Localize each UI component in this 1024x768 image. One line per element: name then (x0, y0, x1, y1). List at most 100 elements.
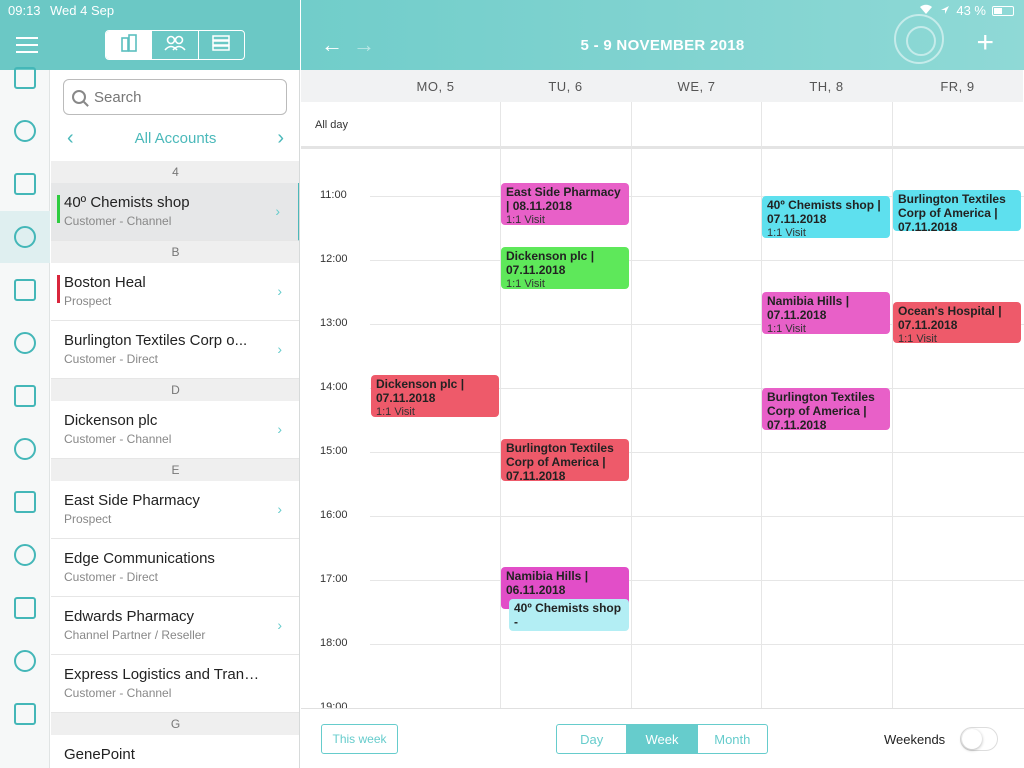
rail-item-clipboard[interactable] (0, 105, 50, 157)
event-title: Namibia Hills | 06.11.2018 (506, 569, 589, 598)
account-row[interactable]: Dickenson plc Customer - Channel › (51, 401, 299, 459)
account-name: 40º Chemists shop (64, 194, 190, 211)
account-row[interactable]: East Side Pharmacy Prospect › (51, 481, 299, 539)
accounts-filter-nav: ‹ All Accounts › (51, 126, 299, 150)
rail-item-broadcast[interactable] (0, 158, 50, 210)
chevron-right-icon: › (275, 203, 280, 219)
rail-item-heart[interactable] (0, 688, 50, 740)
tab-people[interactable] (152, 31, 199, 59)
calendar-event[interactable]: Ocean's Hospital | 07.11.2018 1:1 Visit (893, 301, 1021, 344)
location-icon (940, 3, 950, 18)
chevron-right-icon: › (277, 341, 282, 357)
this-week-button[interactable]: This week (321, 724, 398, 754)
rail-item-calendar[interactable] (0, 211, 50, 263)
account-type: Customer - Direct (64, 570, 159, 584)
calendar-event[interactable]: East Side Pharmacy | 08.11.2018 1:1 Visit (501, 183, 629, 225)
tab-list[interactable] (199, 31, 244, 59)
chevron-left-icon[interactable]: ‹ (67, 127, 74, 150)
star-icon (14, 279, 36, 301)
hour-label: 17:00 (320, 573, 348, 585)
rail-item-cube[interactable] (0, 423, 50, 475)
account-list-panel: Search ‹ All Accounts › 4 40º Chemists sh… (51, 70, 300, 768)
section-header: B (51, 241, 299, 263)
time-column-header (301, 70, 370, 102)
calendar-icon (14, 226, 36, 248)
account-name: Burlington Textiles Corp o... (64, 332, 248, 349)
view-month-button[interactable]: Month (698, 725, 767, 753)
day-header[interactable]: MO, 5 (370, 70, 501, 102)
hour-label: 13:00 (320, 317, 348, 329)
calendar-footer: This week Day Week Month Weekends (301, 708, 1024, 768)
rail-item-presentation[interactable] (0, 317, 50, 369)
view-day-button[interactable]: Day (557, 725, 628, 753)
day-header[interactable]: TH, 8 (761, 70, 892, 102)
day-header[interactable]: TU, 6 (500, 70, 631, 102)
battery-percent: 43 % (956, 3, 986, 18)
account-row[interactable]: 40º Chemists shop Customer - Channel › (51, 183, 299, 241)
account-view-tabs (105, 30, 245, 60)
tab-companies[interactable] (106, 31, 153, 59)
accounts-filter-label[interactable]: All Accounts (135, 130, 217, 147)
search-input[interactable]: Search (63, 79, 287, 115)
account-row[interactable]: Boston Heal Prospect › (51, 263, 299, 321)
calendar-event[interactable]: Burlington Textiles Corp of America | 07… (893, 189, 1021, 232)
rail-item-contacts[interactable] (0, 52, 50, 104)
view-switcher: Day Week Month (556, 724, 768, 754)
presentation-icon (14, 332, 36, 354)
account-row[interactable]: Edge Communications Customer - Direct (51, 539, 299, 597)
event-subtitle: 1:1 Visit (506, 278, 545, 289)
calendar-event[interactable]: Namibia Hills | 07.11.2018 1:1 Visit (762, 292, 890, 334)
rail-item-checkbox[interactable] (0, 370, 50, 422)
account-type: Prospect (64, 512, 112, 526)
chevron-right-icon[interactable]: › (277, 127, 284, 150)
hour-label: 14:00 (320, 381, 348, 393)
event-title: Ocean's Hospital | 07.11.2018 (898, 303, 1002, 332)
section-header: G (51, 713, 299, 735)
event-title: 40º Chemists shop - (514, 601, 622, 630)
account-row[interactable]: Burlington Textiles Corp o... Customer - … (51, 321, 299, 379)
section-header: D (51, 379, 299, 401)
account-row[interactable]: Express Logistics and Transport Customer … (51, 655, 299, 713)
hamburger-menu-icon[interactable] (16, 37, 38, 53)
all-day-label: All day (315, 119, 349, 131)
calendar-event[interactable]: Dickenson plc | 07.11.2018 1:1 Visit (501, 247, 629, 289)
list-icon (211, 34, 231, 56)
section-header: 4 (51, 161, 299, 183)
day-header[interactable]: WE, 7 (631, 70, 762, 102)
plus-icon[interactable]: + (976, 28, 994, 58)
chevron-right-icon: › (277, 421, 282, 437)
wifi-icon (918, 3, 934, 18)
calendar-event[interactable]: 40º Chemists shop - (509, 599, 629, 632)
account-row[interactable]: GenePointCustomer - Channel (51, 735, 299, 768)
account-row[interactable]: Edwards Pharmacy Channel Partner / Resell… (51, 597, 299, 655)
day-header[interactable]: FR, 9 (892, 70, 1023, 102)
decorative-rings-icon (894, 14, 944, 64)
rail-item-navigation[interactable] (0, 476, 50, 528)
rail-item-chart[interactable] (0, 635, 50, 687)
calendar-event[interactable]: Burlington Textiles Corp of America | 07… (501, 439, 629, 481)
event-subtitle: 1:1 Visit (767, 227, 806, 238)
rail-item-network[interactable] (0, 529, 50, 581)
account-name: GenePoint (64, 746, 135, 763)
account-type: Customer - Channel (64, 432, 172, 446)
event-title: East Side Pharmacy | 08.11.2018 (506, 185, 621, 214)
status-bar-indicator (57, 195, 60, 223)
rail-item-star[interactable] (0, 264, 50, 316)
calendar-event[interactable]: Dickenson plc | 07.11.2018 1:1 Visit (371, 375, 499, 417)
account-type: Channel Partner / Reseller (64, 628, 206, 642)
hour-line (370, 580, 1024, 581)
account-type: Customer - Direct (64, 352, 159, 366)
account-type: Customer - Channel (64, 214, 172, 228)
broadcast-icon (14, 173, 36, 195)
contacts-icon (14, 67, 36, 89)
event-title: Burlington Textiles Corp of America | 07… (898, 191, 1006, 232)
hour-line (370, 516, 1024, 517)
hour-label: 12:00 (320, 253, 348, 265)
rail-item-activity[interactable] (0, 582, 50, 634)
weekends-toggle[interactable] (960, 727, 998, 751)
view-week-button[interactable]: Week (627, 725, 698, 753)
calendar-event[interactable]: Burlington Textiles Corp of America | 07… (762, 388, 890, 430)
event-subtitle: 1:1 Visit (376, 406, 415, 417)
calendar-event[interactable]: 40º Chemists shop | 07.11.2018 1:1 Visit (762, 196, 890, 238)
account-name: Edwards Pharmacy (64, 608, 195, 625)
